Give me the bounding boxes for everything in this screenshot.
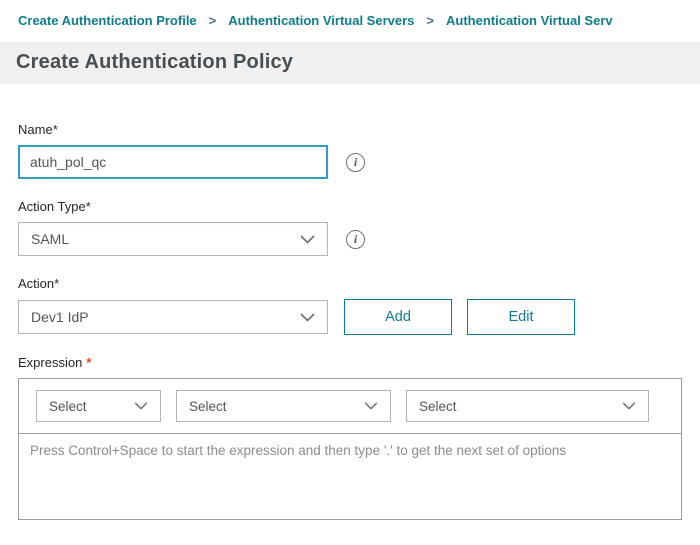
action-type-required-mark: * (86, 199, 91, 214)
authentication-policy-form: Name* Action Type* SAML (0, 84, 700, 520)
name-field: Name* (18, 122, 682, 179)
action-field: Action* Dev1 IdP Add Edit (18, 276, 682, 335)
action-type-select-value: SAML (31, 231, 69, 247)
edit-button[interactable]: Edit (467, 299, 575, 335)
chevron-down-icon (364, 402, 378, 410)
name-input[interactable] (18, 145, 328, 179)
breadcrumb: Create Authentication Profile > Authenti… (0, 0, 700, 42)
expression-field: Expression * Select Select (18, 355, 682, 520)
expression-toolbar: Select Select Select (19, 379, 681, 433)
action-select[interactable]: Dev1 IdP (18, 300, 328, 334)
page-header: Create Authentication Policy (0, 42, 700, 84)
action-required-mark: * (54, 276, 59, 291)
expression-select-1[interactable]: Select (36, 390, 161, 422)
action-type-label-row: Action Type* (18, 199, 682, 214)
create-authentication-policy-page: Create Authentication Profile > Authenti… (0, 0, 700, 520)
expression-select-2[interactable]: Select (176, 390, 391, 422)
name-label-row: Name* (18, 122, 682, 137)
action-label-row: Action* (18, 276, 682, 291)
expression-label: Expression (18, 355, 82, 370)
breadcrumb-separator-icon: > (209, 13, 217, 28)
expression-textarea[interactable] (19, 433, 681, 519)
chevron-down-icon (300, 313, 315, 322)
name-control-row (18, 145, 682, 179)
expression-select-3[interactable]: Select (406, 390, 649, 422)
action-control-row: Dev1 IdP Add Edit (18, 299, 682, 335)
breadcrumb-separator-icon: > (426, 13, 434, 28)
action-type-label: Action Type (18, 199, 86, 214)
page-title: Create Authentication Policy (16, 51, 684, 74)
chevron-down-icon (300, 235, 315, 244)
info-icon[interactable] (346, 153, 365, 172)
expression-required-mark: * (86, 355, 91, 370)
breadcrumb-link-create-authentication-profile[interactable]: Create Authentication Profile (18, 13, 197, 28)
action-type-select[interactable]: SAML (18, 222, 328, 256)
action-select-value: Dev1 IdP (31, 309, 89, 325)
expression-select-3-value: Select (419, 399, 457, 414)
name-required-mark: * (53, 122, 58, 137)
breadcrumb-link-authentication-virtual-servers-2[interactable]: Authentication Virtual Serv (446, 13, 613, 28)
action-type-field: Action Type* SAML (18, 199, 682, 256)
info-icon[interactable] (346, 230, 365, 249)
breadcrumb-link-authentication-virtual-servers[interactable]: Authentication Virtual Servers (228, 13, 414, 28)
chevron-down-icon (134, 402, 148, 410)
name-label: Name (18, 122, 53, 137)
add-button[interactable]: Add (344, 299, 452, 335)
expression-label-row: Expression * (18, 355, 682, 370)
chevron-down-icon (622, 402, 636, 410)
action-label: Action (18, 276, 54, 291)
expression-select-1-value: Select (49, 399, 87, 414)
action-type-control-row: SAML (18, 222, 682, 256)
expression-select-2-value: Select (189, 399, 227, 414)
expression-editor: Select Select Select (18, 378, 682, 520)
